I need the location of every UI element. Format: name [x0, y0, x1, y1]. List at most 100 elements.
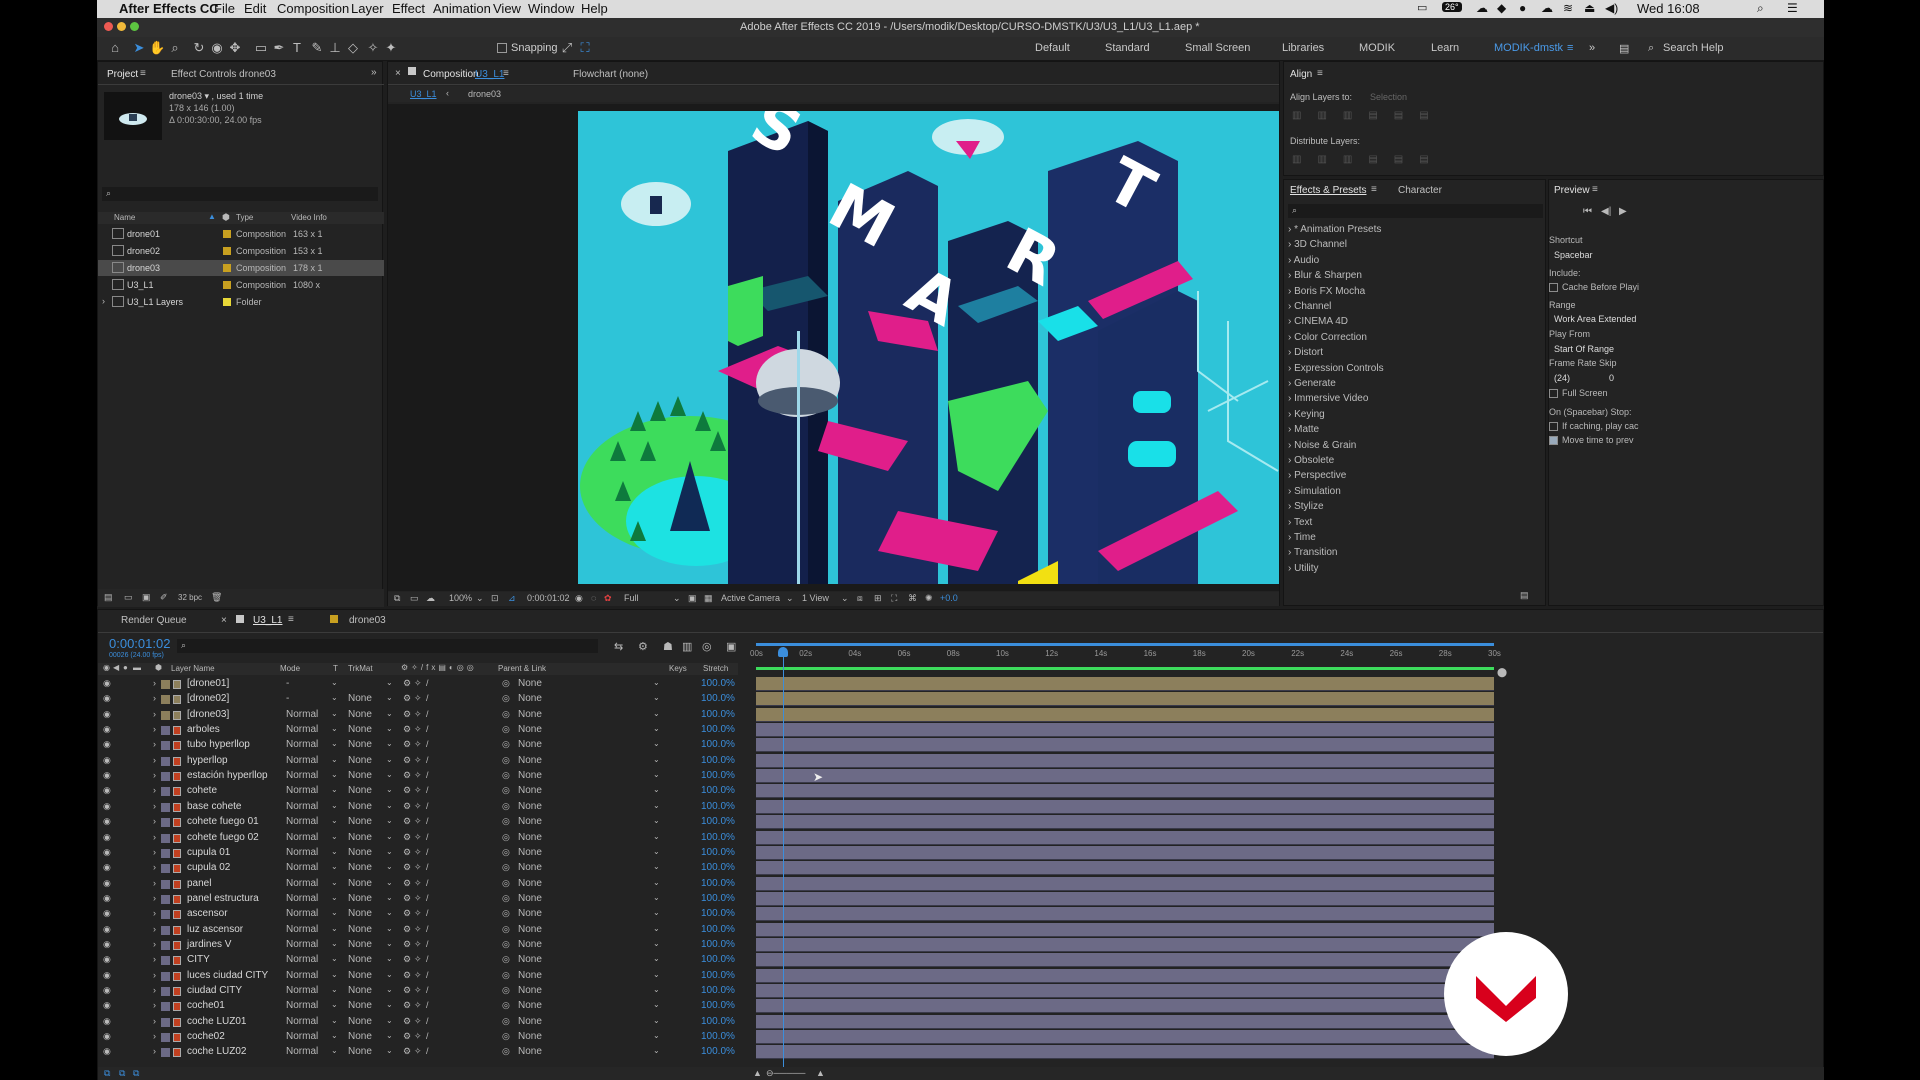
- parent-chevron-icon[interactable]: ⌄: [653, 908, 660, 917]
- interpret-icon[interactable]: ▤: [104, 592, 113, 603]
- quality-switch-icon[interactable]: /: [426, 954, 429, 964]
- pickwhip-icon[interactable]: ◎: [502, 908, 510, 919]
- align-to-dropdown[interactable]: Selection: [1370, 92, 1407, 102]
- toggle-modes-icon[interactable]: ⧉: [119, 1068, 125, 1079]
- workspace-default[interactable]: Default: [1035, 42, 1070, 54]
- layer-label-swatch[interactable]: [161, 787, 170, 797]
- trkmat-chevron-icon[interactable]: ⌄: [386, 862, 393, 871]
- layer-trkmat[interactable]: None: [348, 924, 372, 935]
- quality-switch-icon[interactable]: /: [426, 785, 429, 795]
- layer-parent[interactable]: None: [518, 724, 542, 735]
- timeline-tab-u3-l1[interactable]: U3_L1: [253, 615, 282, 626]
- layer-mode[interactable]: Normal: [286, 755, 318, 766]
- parent-chevron-icon[interactable]: ⌄: [653, 985, 660, 994]
- layer-trkmat[interactable]: None: [348, 939, 372, 950]
- collapse-switch-icon[interactable]: ✧: [414, 862, 422, 873]
- layer-label-swatch[interactable]: [161, 710, 170, 720]
- zoom-dot[interactable]: [130, 22, 139, 31]
- layer-trkmat[interactable]: None: [348, 862, 372, 873]
- selection-tool-icon[interactable]: ➤: [131, 40, 147, 56]
- first-frame-icon[interactable]: ⏮: [1583, 206, 1592, 217]
- layer-duration-bar[interactable]: [756, 953, 1494, 968]
- layer-duration-bar[interactable]: [756, 876, 1494, 891]
- layer-stretch[interactable]: 100.0%: [701, 816, 735, 827]
- pickwhip-icon[interactable]: ◎: [502, 862, 510, 873]
- expand-layer-icon[interactable]: ›: [153, 785, 156, 795]
- pickwhip-icon[interactable]: ◎: [502, 1031, 510, 1042]
- snapshot-icon[interactable]: ◉: [575, 593, 583, 604]
- collapse-switch-icon[interactable]: ✧: [414, 847, 422, 858]
- quality-switch-icon[interactable]: /: [426, 924, 429, 934]
- col-stretch[interactable]: Stretch: [703, 664, 728, 673]
- trkmat-chevron-icon[interactable]: ⌄: [386, 801, 393, 810]
- trkmat-chevron-icon[interactable]: ⌄: [386, 678, 393, 687]
- layer-duration-bar[interactable]: [756, 861, 1494, 876]
- eye-icon[interactable]: ◉: [103, 678, 111, 689]
- dropbox-icon[interactable]: ◆: [1497, 1, 1506, 15]
- parent-chevron-icon[interactable]: ⌄: [653, 862, 660, 871]
- volume-icon[interactable]: ◀): [1605, 1, 1618, 15]
- layer-trkmat[interactable]: None: [348, 724, 372, 735]
- layer-trkmat[interactable]: None: [348, 908, 372, 919]
- quality-switch-icon[interactable]: /: [426, 878, 429, 888]
- effect-category[interactable]: › Utility: [1288, 563, 1319, 574]
- menu-view[interactable]: View: [493, 1, 521, 16]
- layer-name[interactable]: coche LUZ02: [187, 1046, 246, 1057]
- pickwhip-icon[interactable]: ◎: [502, 893, 510, 904]
- layer-label-swatch[interactable]: [161, 772, 170, 782]
- always-preview-icon[interactable]: ⧉: [394, 593, 400, 604]
- expand-arrow-icon[interactable]: ›: [102, 296, 105, 306]
- hand-tool-icon[interactable]: ✋: [149, 40, 165, 56]
- layer-name[interactable]: panel: [187, 878, 211, 889]
- mode-chevron-icon[interactable]: ⌄: [331, 724, 338, 733]
- effect-category[interactable]: › CINEMA 4D: [1288, 316, 1348, 327]
- parent-chevron-icon[interactable]: ⌄: [653, 1000, 660, 1009]
- tab-effects-presets[interactable]: Effects & Presets: [1290, 185, 1367, 196]
- trkmat-chevron-icon[interactable]: ⌄: [386, 785, 393, 794]
- layer-mode[interactable]: Normal: [286, 709, 318, 720]
- layer-stretch[interactable]: 100.0%: [701, 862, 735, 873]
- expand-layer-icon[interactable]: ›: [153, 770, 156, 780]
- collapse-switch-icon[interactable]: ✧: [414, 770, 422, 781]
- layer-parent[interactable]: None: [518, 847, 542, 858]
- label-swatch[interactable]: [223, 298, 231, 306]
- trkmat-chevron-icon[interactable]: ⌄: [386, 816, 393, 825]
- layer-mode[interactable]: -: [286, 678, 289, 689]
- mode-chevron-icon[interactable]: ⌄: [331, 985, 338, 994]
- col-keys[interactable]: Keys: [669, 664, 687, 673]
- layer-name[interactable]: cohete fuego 02: [187, 832, 259, 843]
- time-graph[interactable]: 00s 02s 04s 06s 08s 10s 12s 14s 16s 18s 20s 22s 24s 2…: [747, 637, 1823, 1080]
- trkmat-chevron-icon[interactable]: ⌄: [386, 847, 393, 856]
- preview-title[interactable]: Preview: [1554, 185, 1590, 196]
- layer-duration-bar[interactable]: [756, 799, 1494, 814]
- col-parent[interactable]: Parent & Link: [498, 664, 546, 673]
- collapse-switch-icon[interactable]: ✧: [414, 1046, 422, 1057]
- pickwhip-icon[interactable]: ◎: [502, 985, 510, 996]
- eye-icon[interactable]: ◉: [103, 924, 111, 935]
- label-swatch[interactable]: [223, 230, 231, 238]
- minimize-dot[interactable]: [117, 22, 126, 31]
- chat-icon[interactable]: ●: [1519, 1, 1526, 15]
- label-col-tag-icon[interactable]: ⬢: [155, 663, 162, 672]
- layer-parent[interactable]: None: [518, 816, 542, 827]
- parent-chevron-icon[interactable]: ⌄: [653, 939, 660, 948]
- camera-dropdown[interactable]: Active Camera: [721, 593, 780, 603]
- expand-layer-icon[interactable]: ›: [153, 847, 156, 857]
- layer-duration-bar[interactable]: [756, 753, 1494, 768]
- pickwhip-icon[interactable]: ◎: [502, 739, 510, 750]
- layer-stretch[interactable]: 100.0%: [701, 724, 735, 735]
- mode-chevron-icon[interactable]: ⌄: [331, 893, 338, 902]
- rotate-tool-icon[interactable]: ↻: [191, 40, 207, 56]
- draft-3d-icon[interactable]: ⚙: [638, 640, 648, 653]
- comp-mini-flowchart-icon[interactable]: ⇆: [614, 640, 623, 653]
- resolution-dropdown[interactable]: Full: [624, 593, 639, 603]
- quality-switch-icon[interactable]: /: [426, 985, 429, 995]
- region-icon[interactable]: ⊿: [508, 593, 516, 604]
- layer-duration-bar[interactable]: [756, 1014, 1494, 1029]
- roi-icon[interactable]: ▣: [688, 593, 697, 604]
- views-chevron-icon[interactable]: ⌄: [841, 593, 849, 604]
- timeline-tab-drone03[interactable]: drone03: [349, 615, 386, 626]
- trkmat-chevron-icon[interactable]: ⌄: [386, 970, 393, 979]
- expand-layer-icon[interactable]: ›: [153, 678, 156, 688]
- layer-stretch[interactable]: 100.0%: [701, 939, 735, 950]
